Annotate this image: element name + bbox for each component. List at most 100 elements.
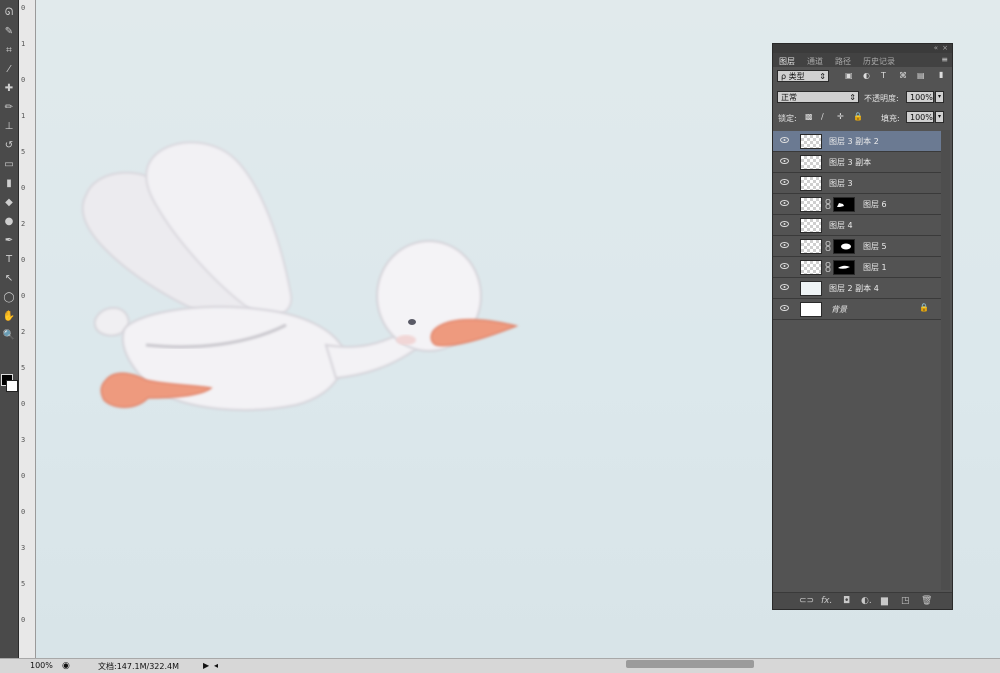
layer-thumbnail <box>800 155 822 170</box>
tools-panel: ᘏ ✎ ⌗ ⁄ ✚ ✏ ⊥ ↺ ▭ ▮ ◆ ● ✒ T ↖ ◯ ✋ 🔍 <box>0 0 19 658</box>
fx-icon[interactable]: fx. <box>821 596 832 606</box>
status-menu-arrow-icon[interactable]: ▶ <box>203 661 209 670</box>
background-color-swatch[interactable] <box>6 380 18 392</box>
clone-stamp-icon[interactable]: ⊥ <box>2 120 16 134</box>
panel-footer: ⊂⊃ fx. ◘ ◐. ▆ ◳ 🗑 <box>773 592 952 609</box>
blur-icon[interactable]: ◆ <box>2 196 16 210</box>
blend-mode-value: 正常 <box>781 93 797 102</box>
layer-row[interactable]: 图层 3 副本 <box>773 152 941 173</box>
collapse-icon[interactable]: « <box>934 44 938 52</box>
visibility-eye-icon[interactable] <box>780 137 789 143</box>
fill-input[interactable]: 100% <box>906 111 934 123</box>
mask-link-icon[interactable] <box>825 199 831 209</box>
adjustment-filter-icon[interactable]: ◐ <box>863 71 870 80</box>
pen-icon[interactable]: ✒ <box>2 234 16 248</box>
status-info-icon[interactable]: ◉ <box>62 661 70 671</box>
panel-scrollbar[interactable] <box>941 130 950 590</box>
visibility-eye-icon[interactable] <box>780 284 789 290</box>
visibility-eye-icon[interactable] <box>780 242 789 248</box>
ellipse-icon[interactable]: ◯ <box>2 291 16 305</box>
path-select-icon[interactable]: ↖ <box>2 272 16 286</box>
layer-row[interactable]: 图层 6 <box>773 194 941 215</box>
healing-brush-icon[interactable]: ✚ <box>2 82 16 96</box>
visibility-eye-icon[interactable] <box>780 305 789 311</box>
dodge-icon[interactable]: ● <box>2 215 16 229</box>
adjustment-layer-icon[interactable]: ◐. <box>861 596 872 606</box>
visibility-eye-icon[interactable] <box>780 221 789 227</box>
layer-mask-thumbnail[interactable] <box>833 197 855 212</box>
new-layer-icon[interactable]: ◳ <box>901 596 910 606</box>
visibility-eye-icon[interactable] <box>780 263 789 269</box>
panel-title-bar[interactable]: « × <box>773 44 952 53</box>
lock-image-icon[interactable]: ∕ <box>821 112 824 121</box>
document-size: 文档:147.1M/322.4M <box>98 662 179 671</box>
layer-row[interactable]: 图层 1 <box>773 257 941 278</box>
layer-thumbnail <box>800 176 822 191</box>
crop-icon[interactable]: ⌗ <box>2 44 16 58</box>
gradient-icon[interactable]: ▮ <box>2 177 16 191</box>
blend-mode-select[interactable]: 正常 ⇕ <box>777 91 859 103</box>
new-group-icon[interactable]: ▆ <box>881 596 888 606</box>
layer-row[interactable]: 图层 5 <box>773 236 941 257</box>
ruler-tick-label: 2 <box>21 220 26 228</box>
layer-row[interactable]: 背景 🔒 <box>773 299 941 320</box>
lock-position-icon[interactable]: ✛ <box>837 112 844 121</box>
mask-link-icon[interactable] <box>825 241 831 251</box>
brush-icon[interactable]: ✏ <box>2 101 16 115</box>
ruler-tick-label: 0 <box>21 472 26 480</box>
ruler-tick-label: 0 <box>21 616 26 624</box>
layer-thumbnail <box>800 134 822 149</box>
add-mask-icon[interactable]: ◘ <box>843 596 850 606</box>
scroll-left-icon[interactable]: ◂ <box>214 661 218 670</box>
layer-row[interactable]: 图层 3 副本 2 <box>773 131 941 152</box>
history-brush-icon[interactable]: ↺ <box>2 139 16 153</box>
opacity-dropdown-icon[interactable]: ▾ <box>935 91 944 103</box>
tab-layers[interactable]: 图层 <box>779 56 795 67</box>
lasso-icon[interactable]: ᘏ <box>2 6 16 20</box>
hand-icon[interactable]: ✋ <box>2 310 16 324</box>
filter-toggle-icon[interactable]: ▮ <box>939 70 943 79</box>
close-panel-icon[interactable]: × <box>942 44 948 52</box>
type-icon[interactable]: T <box>2 253 16 267</box>
smart-object-filter-icon[interactable]: ▤ <box>917 71 925 80</box>
visibility-eye-icon[interactable] <box>780 179 789 185</box>
opacity-input[interactable]: 100% <box>906 91 934 103</box>
layer-row[interactable]: 图层 2 副本 4 <box>773 278 941 299</box>
panel-menu-icon[interactable]: ≡ <box>941 55 948 64</box>
tab-channels[interactable]: 通道 <box>807 56 823 67</box>
fill-dropdown-icon[interactable]: ▾ <box>935 111 944 123</box>
layers-panel: « × 图层 通道 路径 历史记录 ≡ ρ 类型 ⇕ ▣ ◐ T ⌘ ▤ ▮ 正… <box>772 43 953 610</box>
tab-history[interactable]: 历史记录 <box>863 56 895 67</box>
filter-label: ρ 类型 <box>781 72 805 81</box>
visibility-eye-icon[interactable] <box>780 158 789 164</box>
lock-transparent-icon[interactable]: ▩ <box>805 112 813 121</box>
pixel-filter-icon[interactable]: ▣ <box>845 71 853 80</box>
layer-name: 图层 4 <box>829 221 853 230</box>
layer-mask-thumbnail[interactable] <box>833 260 855 275</box>
visibility-eye-icon[interactable] <box>780 200 789 206</box>
layer-name: 图层 1 <box>863 263 887 272</box>
layer-filter-select[interactable]: ρ 类型 ⇕ <box>777 70 829 82</box>
type-filter-icon[interactable]: T <box>881 71 886 80</box>
zoom-level[interactable]: 100% <box>30 661 53 670</box>
eyedropper-icon[interactable]: ⁄ <box>2 63 16 77</box>
layer-row[interactable]: 图层 4 <box>773 215 941 236</box>
cheek <box>396 335 416 345</box>
horizontal-scrollbar[interactable] <box>626 660 754 668</box>
tab-paths[interactable]: 路径 <box>835 56 851 67</box>
shape-filter-icon[interactable]: ⌘ <box>899 71 907 80</box>
layer-name: 图层 3 <box>829 179 853 188</box>
eraser-icon[interactable]: ▭ <box>2 158 16 172</box>
ruler-tick-label: 0 <box>21 292 26 300</box>
layer-name: 图层 3 副本 2 <box>829 137 879 146</box>
link-layers-icon[interactable]: ⊂⊃ <box>799 596 814 606</box>
layer-row[interactable]: 图层 3 <box>773 173 941 194</box>
delete-layer-icon[interactable]: 🗑 <box>921 596 932 606</box>
zoom-icon[interactable]: 🔍 <box>2 329 16 343</box>
lock-all-icon[interactable]: 🔒 <box>853 112 863 121</box>
mask-link-icon[interactable] <box>825 262 831 272</box>
quick-select-icon[interactable]: ✎ <box>2 25 16 39</box>
layer-name: 图层 6 <box>863 200 887 209</box>
beak <box>430 318 519 347</box>
layer-mask-thumbnail[interactable] <box>833 239 855 254</box>
